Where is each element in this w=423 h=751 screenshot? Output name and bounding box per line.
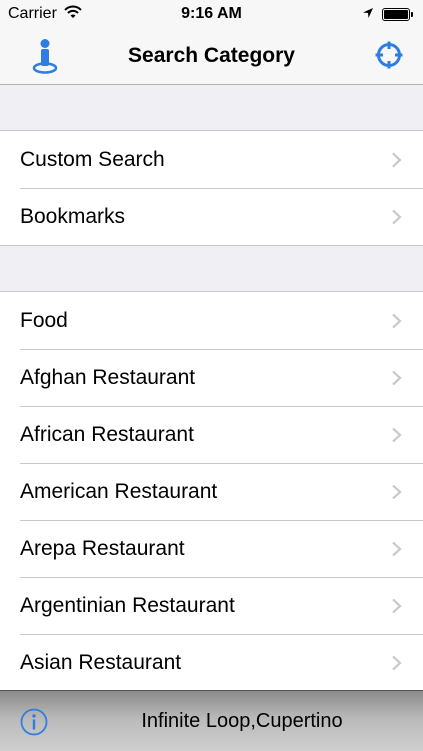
- list-item-arepa-restaurant[interactable]: Arepa Restaurant: [0, 520, 423, 577]
- chevron-right-icon: [392, 370, 402, 386]
- list-item-asian-restaurant[interactable]: Asian Restaurant: [0, 634, 423, 690]
- chevron-right-icon: [392, 209, 402, 225]
- page-title: Search Category: [128, 44, 295, 67]
- info-icon: [20, 708, 48, 736]
- bottom-toolbar: Infinite Loop,Cupertino: [0, 690, 423, 751]
- section-search: Custom Search Bookmarks: [0, 130, 423, 246]
- section-categories: Food Afghan Restaurant African Restauran…: [0, 291, 423, 690]
- category-list[interactable]: Custom Search Bookmarks Food Afghan Rest…: [0, 85, 423, 690]
- list-item-afghan-restaurant[interactable]: Afghan Restaurant: [0, 349, 423, 406]
- list-item-african-restaurant[interactable]: African Restaurant: [0, 406, 423, 463]
- list-item-label: Food: [20, 309, 68, 332]
- chevron-right-icon: [392, 484, 402, 500]
- location-arrow-icon: [362, 6, 374, 24]
- status-bar: Carrier 9:16 AM: [0, 0, 423, 28]
- info-button[interactable]: [20, 708, 48, 736]
- section-gap: [0, 246, 423, 291]
- locate-button[interactable]: [374, 40, 404, 70]
- section-gap: [0, 85, 423, 130]
- battery-full-icon: [382, 8, 413, 21]
- crosshair-icon: [375, 41, 403, 69]
- list-item-label: American Restaurant: [20, 480, 218, 503]
- current-location-label: Infinite Loop,Cupertino: [141, 710, 343, 732]
- navigation-bar: Search Category: [0, 28, 423, 85]
- list-item-bookmarks[interactable]: Bookmarks: [0, 188, 423, 245]
- chevron-right-icon: [392, 427, 402, 443]
- chevron-right-icon: [392, 655, 402, 671]
- list-item-label: Custom Search: [20, 148, 165, 171]
- chevron-right-icon: [392, 313, 402, 329]
- list-item-label: Argentinian Restaurant: [20, 594, 235, 617]
- list-item-label: Bookmarks: [20, 205, 126, 228]
- list-item-label: African Restaurant: [20, 423, 194, 446]
- chevron-right-icon: [392, 541, 402, 557]
- list-item-label: Arepa Restaurant: [20, 537, 185, 560]
- list-item-american-restaurant[interactable]: American Restaurant: [0, 463, 423, 520]
- list-item-label: Afghan Restaurant: [20, 366, 196, 389]
- chevron-right-icon: [392, 598, 402, 614]
- status-time: 9:16 AM: [181, 5, 242, 22]
- list-item-food[interactable]: Food: [0, 292, 423, 349]
- list-item-custom-search[interactable]: Custom Search: [0, 131, 423, 188]
- list-item-label: Asian Restaurant: [20, 651, 182, 674]
- list-item-argentinian-restaurant[interactable]: Argentinian Restaurant: [0, 577, 423, 634]
- chevron-right-icon: [392, 152, 402, 168]
